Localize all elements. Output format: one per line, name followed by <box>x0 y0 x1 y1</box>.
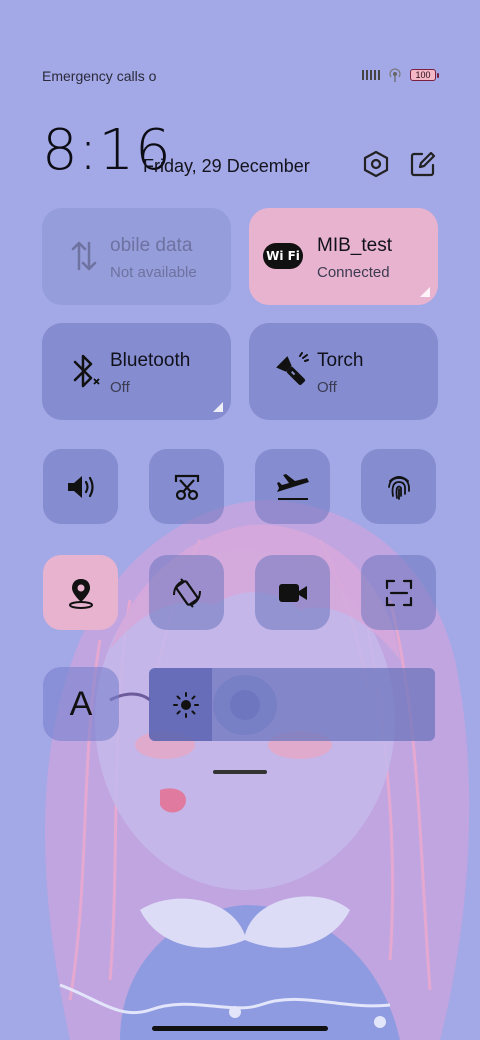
speaker-icon <box>67 475 94 498</box>
airplane-mode-toggle-button[interactable] <box>255 449 330 524</box>
screenshot-toggle-button[interactable] <box>149 449 224 524</box>
mobile-data-icon <box>64 236 104 276</box>
edit-button[interactable] <box>408 149 438 179</box>
fingerprint-icon <box>387 475 410 500</box>
torch-icon <box>271 351 311 391</box>
settings-hexagon-icon <box>363 150 389 178</box>
bluetooth-expand-corner[interactable] <box>213 402 223 412</box>
screenshot-crop-icon <box>174 474 199 500</box>
battery-level: 100 <box>415 70 431 80</box>
airplane-icon <box>276 473 309 500</box>
status-icons: 100 <box>362 68 439 82</box>
bluetooth-tile[interactable]: Bluetooth Off <box>42 323 231 420</box>
auto-rotate-toggle-button[interactable] <box>149 555 224 630</box>
fingerprint-toggle-button[interactable] <box>361 449 436 524</box>
scan-icon <box>385 579 412 606</box>
sun-icon <box>173 692 199 718</box>
edit-icon <box>410 151 436 177</box>
battery-icon: 100 <box>410 69 439 81</box>
mobile-data-status: Not available <box>110 264 197 281</box>
bluetooth-status: Off <box>110 379 130 396</box>
wifi-network-name: MIB_test <box>317 235 392 256</box>
font-size-button[interactable]: A <box>43 667 119 741</box>
torch-title: Torch <box>317 350 364 371</box>
wifi-expand-corner[interactable] <box>420 287 430 297</box>
bluetooth-icon <box>64 351 104 391</box>
home-indicator[interactable] <box>152 1026 328 1031</box>
screen-record-toggle-button[interactable] <box>255 555 330 630</box>
panel-drag-handle[interactable] <box>213 770 267 774</box>
wifi-tile[interactable]: Wi Fi MIB_test Connected <box>249 208 438 305</box>
sound-toggle-button[interactable] <box>43 449 118 524</box>
status-carrier-text: Emergency calls o <box>42 68 157 84</box>
wifi-icon: Wi Fi <box>263 236 303 276</box>
hotspot-icon <box>389 68 401 82</box>
settings-button[interactable] <box>361 149 391 179</box>
torch-tile[interactable]: Torch Off <box>249 323 438 420</box>
torch-status: Off <box>317 379 337 396</box>
scan-toggle-button[interactable] <box>361 555 436 630</box>
auto-rotate-icon <box>172 577 201 608</box>
screen-record-icon <box>278 583 307 602</box>
wifi-badge: Wi Fi <box>263 243 303 269</box>
date-text: Friday, 29 December <box>143 156 310 176</box>
brightness-slider[interactable] <box>149 668 435 741</box>
location-icon <box>68 578 93 609</box>
mobile-data-title: obile data <box>110 235 193 256</box>
wifi-status: Connected <box>317 264 390 281</box>
signal-icon <box>362 70 380 80</box>
location-toggle-button[interactable] <box>43 555 118 630</box>
bluetooth-title: Bluetooth <box>110 350 191 371</box>
mobile-data-tile[interactable]: obile data Not available <box>42 208 231 305</box>
